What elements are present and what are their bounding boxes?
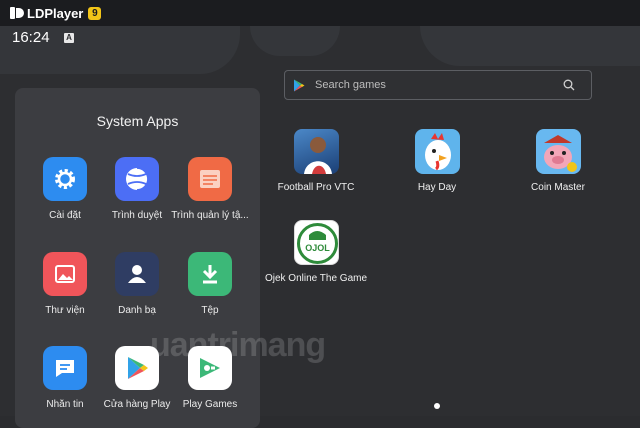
status-indicator-icon: A: [64, 33, 74, 43]
search-games-bar[interactable]: [284, 70, 592, 100]
download-icon: [188, 252, 232, 296]
game-hay-day[interactable]: Hay Day: [377, 129, 497, 193]
app-name: LDPlayer: [27, 5, 84, 21]
app-play-games[interactable]: Play Games: [170, 346, 250, 410]
football-pro-vtc-icon: [293, 129, 339, 174]
game-label: Hay Day: [417, 182, 457, 193]
page-indicator-dot[interactable]: [434, 403, 440, 409]
search-icon[interactable]: [563, 79, 575, 91]
ldplayer-logo-icon: [10, 7, 24, 19]
title-bar: LDPlayer 9: [0, 0, 640, 26]
app-label: Nhắn tin: [46, 399, 84, 410]
contacts-icon: [115, 252, 159, 296]
app-gallery[interactable]: Thư viện: [25, 252, 105, 316]
file-manager-icon: [188, 157, 232, 201]
ojek-online-icon: OJOL: [293, 220, 339, 265]
app-label: Play Games: [182, 399, 238, 410]
play-games-icon: [188, 346, 232, 390]
app-play-store[interactable]: Cửa hàng Play: [97, 346, 177, 410]
game-label: Football Pro VTC: [277, 182, 355, 193]
game-ojek-online[interactable]: OJOL Ojek Online The Game: [256, 220, 376, 284]
game-label: Coin Master: [531, 182, 585, 193]
system-apps-panel: System Apps Cài đặt Trình duyệt Trình qu…: [15, 88, 260, 428]
app-contacts[interactable]: Danh bạ: [97, 252, 177, 316]
status-time: 16:24: [12, 29, 50, 46]
app-files[interactable]: Tệp: [170, 252, 250, 316]
google-play-icon: [294, 79, 305, 91]
app-file-manager[interactable]: Trình quản lý tậ...: [170, 157, 250, 221]
svg-text:OJOL: OJOL: [305, 243, 330, 253]
search-input[interactable]: [313, 78, 563, 92]
panel-title: System Apps: [96, 113, 179, 129]
wallpaper-shape: [420, 26, 640, 66]
app-settings[interactable]: Cài đặt: [25, 157, 105, 221]
app-label: Cửa hàng Play: [103, 399, 171, 410]
game-coin-master[interactable]: Coin Master: [498, 129, 618, 193]
version-badge: 9: [88, 6, 102, 20]
app-label: Cài đặt: [49, 210, 81, 221]
app-label: Danh bạ: [118, 305, 156, 316]
messages-icon: [43, 346, 87, 390]
coin-master-icon: [535, 129, 581, 174]
app-label: Tệp: [201, 305, 219, 316]
app-browser[interactable]: Trình duyệt: [97, 157, 177, 221]
app-messages[interactable]: Nhắn tin: [25, 346, 105, 410]
game-label: Ojek Online The Game: [264, 273, 368, 284]
app-label: Trình duyệt: [111, 210, 163, 221]
play-store-icon: [115, 346, 159, 390]
gallery-icon: [43, 252, 87, 296]
app-label: Thư viện: [45, 305, 85, 316]
browser-globe-icon: [115, 157, 159, 201]
wallpaper-shape: [250, 26, 340, 56]
settings-gear-icon: [43, 157, 87, 201]
game-football-pro-vtc[interactable]: Football Pro VTC: [256, 129, 376, 193]
app-label: Trình quản lý tậ...: [171, 210, 249, 221]
hay-day-icon: [414, 129, 460, 174]
